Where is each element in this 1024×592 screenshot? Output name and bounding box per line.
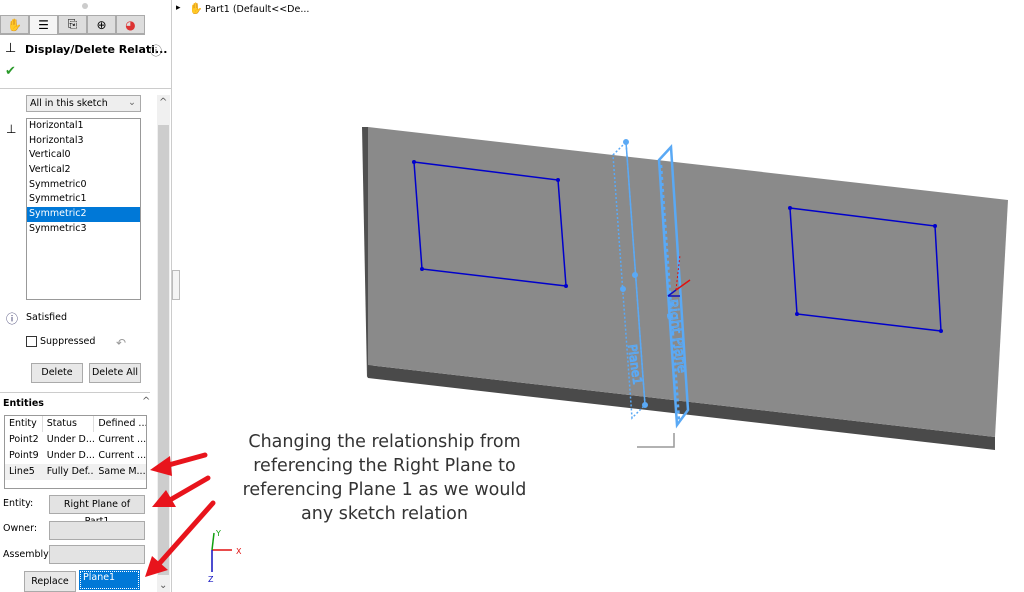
annotation-callout: Changing the relationship from referenci… — [232, 430, 537, 526]
annotation-line: any sketch relation — [301, 504, 468, 524]
svg-text:X: X — [236, 547, 242, 556]
annotation-line: referencing Plane 1 as we would — [242, 480, 527, 500]
annotation-line: referencing the Right Plane to — [253, 456, 516, 476]
selection-bracket — [637, 433, 675, 448]
svg-text:Y: Y — [215, 529, 221, 538]
view-triad-icon: X Y Z — [208, 529, 242, 584]
red-arrows — [145, 452, 216, 577]
annotation-line: Changing the relationship from — [248, 432, 521, 452]
svg-text:Z: Z — [208, 575, 214, 584]
